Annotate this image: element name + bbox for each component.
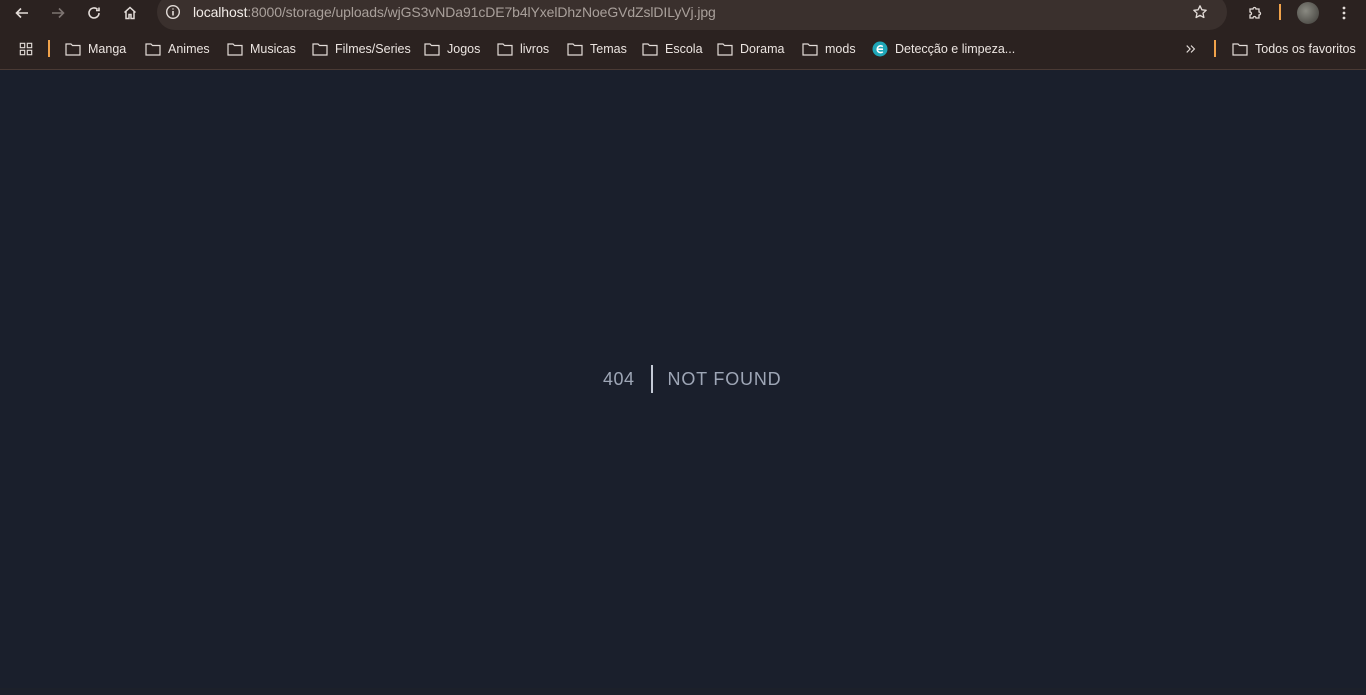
bookmark-label: mods: [825, 42, 856, 56]
bookmark-label: Dorama: [740, 42, 785, 56]
folder-icon: [1232, 43, 1248, 56]
all-bookmarks-folder[interactable]: Todos os favoritos: [1232, 40, 1356, 58]
bookmark-manga[interactable]: Manga: [65, 40, 126, 58]
folder-icon: [802, 43, 818, 56]
bookmarks-separator: [48, 40, 50, 57]
forward-button[interactable]: [44, 0, 72, 26]
bookmark-star-icon[interactable]: [1192, 4, 1208, 20]
folder-icon: [65, 43, 81, 56]
more-bookmarks-button[interactable]: [1185, 40, 1197, 58]
bookmark-label: Animes: [168, 42, 210, 56]
bookmarks-bar: Manga Animes Musicas Filmes/Series Jogos…: [0, 34, 1366, 64]
bookmark-label: livros: [520, 42, 550, 56]
bookmark-label: Jogos: [447, 42, 481, 56]
error-message: 404 NOT FOUND: [603, 365, 781, 393]
bookmark-label: Filmes/Series: [335, 42, 411, 56]
error-code: 404: [603, 368, 635, 389]
profile-avatar[interactable]: [1297, 2, 1319, 24]
apps-grid-icon: [19, 42, 33, 56]
folder-icon: [145, 43, 161, 56]
bookmark-label: Manga: [88, 42, 127, 56]
bookmark-label: Detecção e limpeza...: [895, 42, 1016, 56]
bookmark-escola[interactable]: Escola: [642, 40, 703, 58]
puzzle-icon: [1249, 6, 1262, 19]
all-bookmarks-label: Todos os favoritos: [1255, 42, 1356, 56]
back-button[interactable]: [8, 0, 36, 26]
site-info-icon[interactable]: [165, 4, 181, 20]
bookmark-temas[interactable]: Temas: [567, 40, 627, 58]
home-icon: [123, 6, 137, 20]
bookmark-musicas[interactable]: Musicas: [227, 40, 296, 58]
bookmarks-separator: [1214, 40, 1216, 57]
chevron-double-right-icon: [1186, 45, 1196, 53]
reload-icon: [88, 7, 100, 19]
reload-button[interactable]: [80, 0, 108, 26]
apps-button[interactable]: [18, 40, 34, 58]
folder-icon: [642, 43, 658, 56]
bookmark-mods[interactable]: mods: [802, 40, 856, 58]
folder-icon: [227, 43, 243, 56]
page-content: 404 NOT FOUND: [0, 70, 1366, 695]
taskbar: [0, 688, 1366, 695]
url-path: :8000/storage/uploads/wjGS3vNDa91cDE7b4l…: [247, 4, 716, 20]
url-host: localhost: [193, 4, 248, 20]
home-button[interactable]: [116, 0, 144, 26]
bookmark-deteccao[interactable]: Detecção e limpeza...: [872, 40, 1015, 58]
browser-toolbar: localhost:8000/storage/uploads/wjGS3vNDa…: [0, 0, 1366, 30]
arrow-left-icon: [15, 7, 28, 19]
bookmark-label: Escola: [665, 42, 703, 56]
bookmark-dorama[interactable]: Dorama: [717, 40, 784, 58]
kebab-menu-icon: [1342, 6, 1346, 20]
bookmark-label: Musicas: [250, 42, 296, 56]
menu-button[interactable]: [1330, 0, 1358, 26]
folder-icon: [312, 43, 328, 56]
folder-icon: [497, 43, 513, 56]
bookmark-filmes-series[interactable]: Filmes/Series: [312, 40, 411, 58]
folder-icon: [424, 43, 440, 56]
url-text[interactable]: localhost:8000/storage/uploads/wjGS3vNDa…: [193, 4, 716, 20]
bookmark-label: Temas: [590, 42, 627, 56]
folder-icon: [567, 43, 583, 56]
folder-icon: [717, 43, 733, 56]
toolbar-separator: [1279, 4, 1281, 20]
bookmark-jogos[interactable]: Jogos: [424, 40, 480, 58]
address-bar[interactable]: localhost:8000/storage/uploads/wjGS3vNDa…: [157, 0, 1227, 30]
bookmark-animes[interactable]: Animes: [145, 40, 210, 58]
bookmark-livros[interactable]: livros: [497, 40, 549, 58]
arrow-right-icon: [52, 7, 65, 19]
error-text: NOT FOUND: [667, 368, 782, 389]
extensions-button[interactable]: [1241, 0, 1269, 26]
browser-chrome: localhost:8000/storage/uploads/wjGS3vNDa…: [0, 0, 1366, 70]
site-favicon-icon: [872, 41, 888, 57]
